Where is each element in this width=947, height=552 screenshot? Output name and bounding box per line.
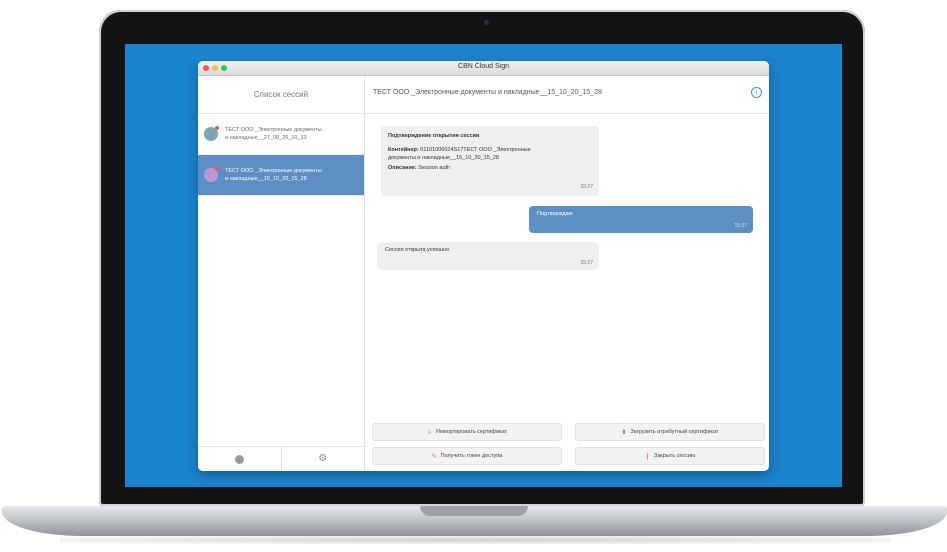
message-outgoing: Подтверждаю 15:27 bbox=[529, 206, 753, 233]
gear-icon: ⚙ bbox=[318, 453, 328, 464]
app-window: CBN Cloud Sign Список сессий ТЕСТ ООО _Э… bbox=[198, 61, 769, 471]
sessions-sidebar: Список сессий ТЕСТ ООО _Электронные доку… bbox=[198, 76, 365, 471]
laptop-notch bbox=[420, 506, 528, 516]
chat-panel: ТЕСТ ООО _Электронные документы и наклад… bbox=[365, 76, 769, 471]
message-list: Подтверждение открытия сессии Контейнер:… bbox=[365, 114, 769, 421]
sidebar-footer: ⚙ bbox=[198, 446, 364, 471]
titlebar: CBN Cloud Sign bbox=[198, 61, 769, 76]
session-name: ТЕСТ ООО _Электронные документы bbox=[225, 168, 322, 174]
message-incoming: Сессия открыта успешно 15:27 bbox=[377, 242, 599, 270]
close-session-icon: ❘ bbox=[644, 453, 650, 460]
window-title: CBN Cloud Sign bbox=[458, 63, 509, 70]
key-icon: ✎ bbox=[431, 453, 437, 460]
message-time: 15:27 bbox=[580, 260, 593, 266]
container-label: Контейнер: bbox=[388, 147, 419, 153]
description-value: Session auth bbox=[418, 165, 451, 171]
button-label: Загрузить атрибутный сертификат bbox=[630, 429, 719, 435]
session-avatar bbox=[204, 126, 219, 141]
session-name: ТЕСТ ООО _Электронные документы bbox=[225, 127, 322, 133]
message-time: 15:27 bbox=[580, 184, 593, 190]
camera-icon bbox=[484, 20, 489, 25]
message-incoming: Подтверждение открытия сессии Контейнер:… bbox=[381, 126, 599, 196]
chat-title: ТЕСТ ООО _Электронные документы и наклад… bbox=[373, 89, 602, 96]
session-avatar bbox=[204, 167, 219, 182]
desktop-screen: CBN Cloud Sign Список сессий ТЕСТ ООО _Э… bbox=[125, 44, 842, 487]
settings-button[interactable]: ⚙ bbox=[280, 447, 365, 471]
description-label: Описание: bbox=[388, 165, 417, 171]
session-name-suffix: и накладные__15_10_20_15_28 bbox=[225, 176, 307, 182]
close-session-button[interactable]: ❘ Закрыть сессию bbox=[575, 447, 765, 465]
import-icon: ⇩ bbox=[426, 429, 432, 436]
message-description-line: Описание: Session auth bbox=[388, 164, 450, 172]
message-text: Подтверждаю bbox=[537, 211, 573, 217]
status-button[interactable] bbox=[198, 447, 281, 471]
button-label: Получить токен доступа bbox=[440, 453, 503, 459]
upload-icon: ⬆ bbox=[621, 429, 627, 436]
message-text: Сессия открыта успешно bbox=[385, 247, 450, 253]
import-certificate-button[interactable]: ⇩ Импортировать сертификат bbox=[372, 423, 562, 441]
container-value: 01101000024S17ТЕСТ ООО _Электронные bbox=[420, 147, 531, 153]
message-heading: Подтверждение открытия сессии bbox=[388, 133, 480, 139]
message-container-line: Контейнер: 01101000024S17ТЕСТ ООО _Элект… bbox=[388, 146, 531, 154]
sidebar-title: Список сессий bbox=[198, 76, 364, 114]
circle-icon bbox=[234, 454, 244, 464]
session-item-selected[interactable]: ТЕСТ ООО _Электронные документы и наклад… bbox=[198, 155, 364, 196]
action-bar: ⇩ Импортировать сертификат ⬆ Загрузить а… bbox=[365, 421, 769, 471]
container-value-continued: документы и накладные__15_10_20_15_28 bbox=[388, 155, 499, 161]
button-label: Импортировать сертификат bbox=[435, 429, 508, 435]
chat-header: ТЕСТ ООО _Электронные документы и наклад… bbox=[365, 76, 769, 114]
upload-attribute-certificate-button[interactable]: ⬆ Загрузить атрибутный сертификат bbox=[575, 423, 765, 441]
info-icon[interactable]: i bbox=[751, 87, 762, 98]
get-access-token-button[interactable]: ✎ Получить токен доступа bbox=[372, 447, 562, 465]
session-label: ТЕСТ ООО _Электронные документы и наклад… bbox=[225, 126, 322, 142]
message-time: 15:27 bbox=[734, 223, 747, 229]
session-item[interactable]: ТЕСТ ООО _Электронные документы и наклад… bbox=[198, 114, 364, 155]
button-label: Закрыть сессию bbox=[653, 453, 696, 459]
session-label: ТЕСТ ООО _Электронные документы и наклад… bbox=[225, 167, 322, 183]
laptop-shadow bbox=[60, 536, 890, 544]
session-name-suffix: и накладные__27_08_20_10_13 bbox=[225, 135, 307, 141]
